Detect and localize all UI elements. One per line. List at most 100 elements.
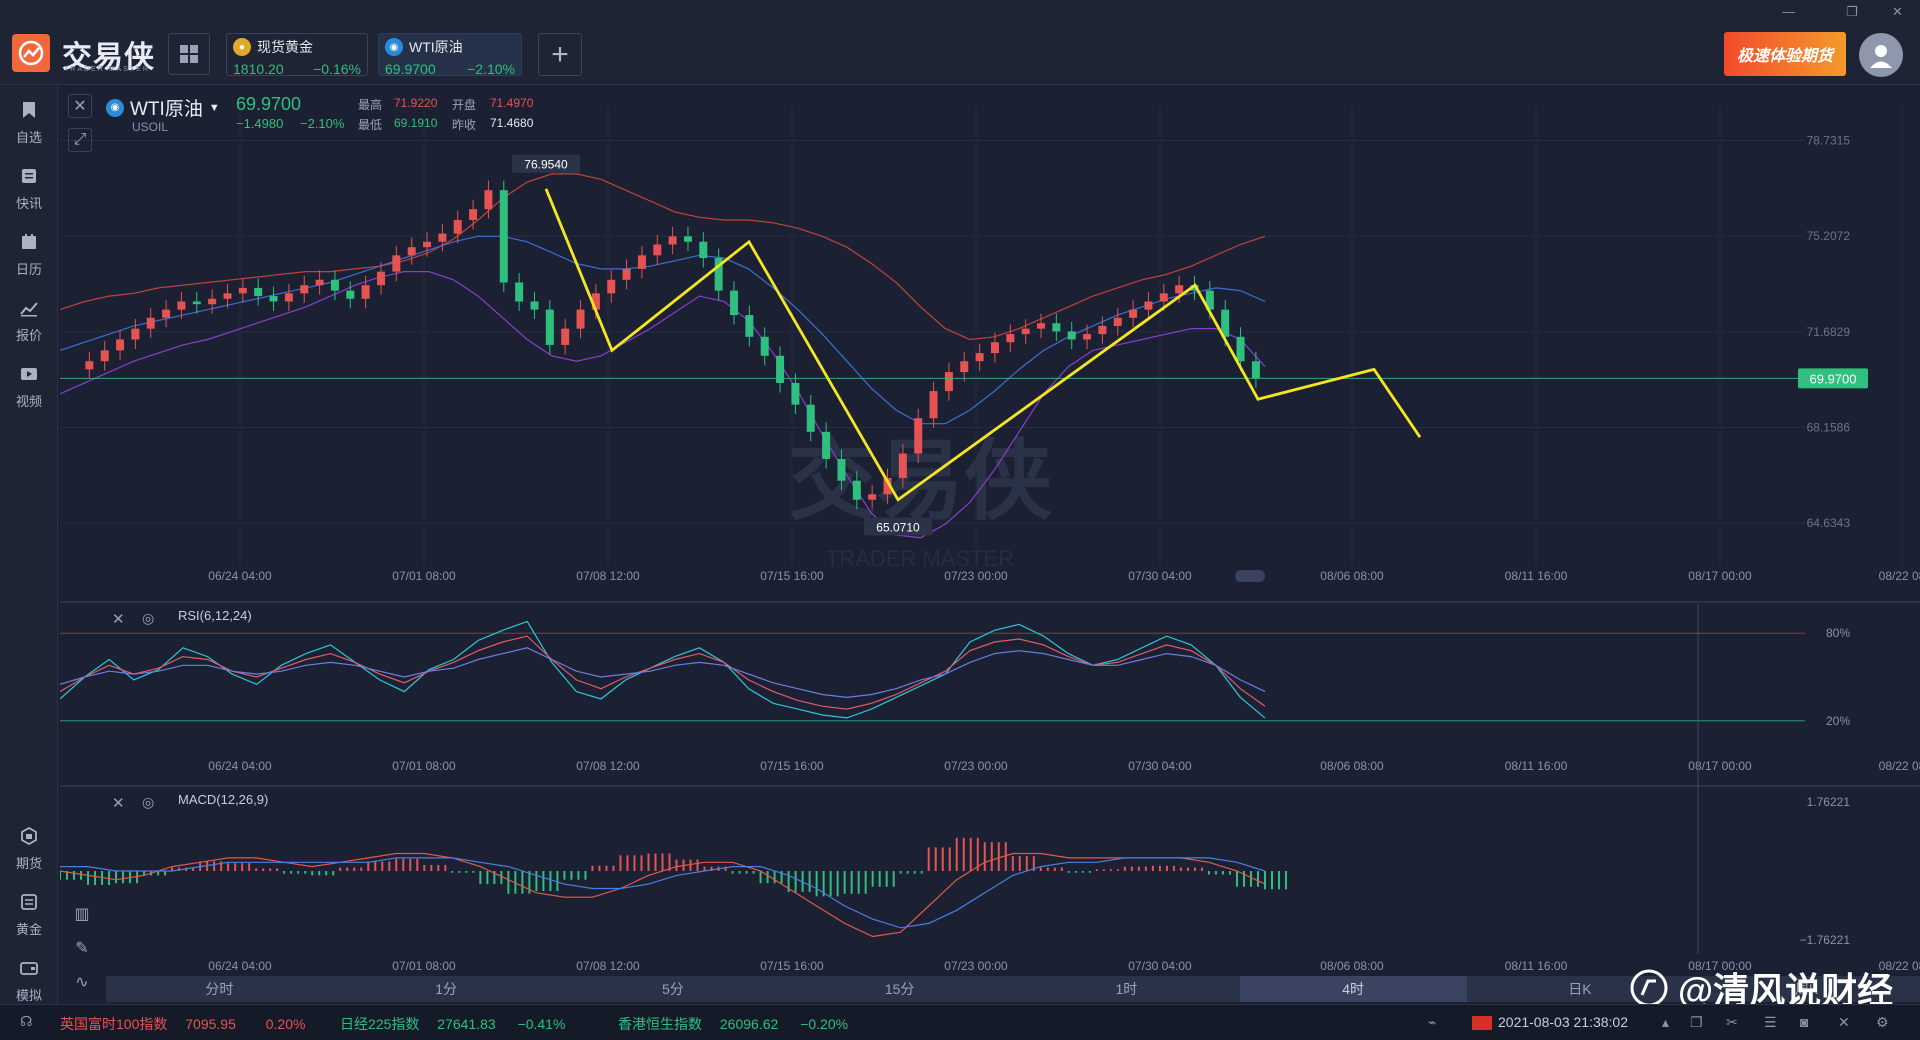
candle-body <box>146 317 155 329</box>
period-4时[interactable]: 4时 <box>1239 976 1467 1002</box>
sidebar-item-calendar[interactable]: 日历 <box>0 232 58 278</box>
settings-gear-icon[interactable]: ⚙ <box>1876 1014 1889 1031</box>
sidebar-item-futures[interactable]: 期货 <box>0 826 58 872</box>
candle-body <box>653 244 662 256</box>
candle-body <box>622 268 631 280</box>
caret-down-icon[interactable]: ▼ <box>209 102 220 114</box>
headset-icon[interactable]: ☊ <box>20 1013 32 1030</box>
camera-icon[interactable]: ◙ <box>1800 1014 1808 1030</box>
x-axis-label: 07/01 08:00 <box>392 759 456 773</box>
ticker-name: 香港恒生指数 <box>618 1016 702 1032</box>
tab-price: 1810.20 <box>233 61 284 77</box>
candle-body <box>607 279 616 294</box>
close-chart-button[interactable]: ✕ <box>68 94 92 118</box>
candle-body <box>423 241 432 248</box>
window-icon[interactable]: ❐ <box>1690 1014 1703 1031</box>
list-icon[interactable]: ☰ <box>1764 1014 1777 1031</box>
ticker-hangseng[interactable]: 香港恒生指数 26096.62 −0.20% <box>618 1014 848 1034</box>
candle-body <box>346 290 355 299</box>
sidebar-label: 报价 <box>15 328 42 343</box>
mute-icon[interactable]: ✕ <box>1838 1014 1850 1031</box>
candle-body <box>438 233 447 242</box>
candle-body <box>776 355 785 383</box>
close-icon: ✕ <box>73 98 87 115</box>
x-axis-label: 07/30 04:00 <box>1128 569 1192 583</box>
promo-banner[interactable]: 极速体验期货 <box>1724 32 1846 76</box>
rsi-settings-icon[interactable]: ◎ <box>142 610 154 627</box>
period-1分[interactable]: 1分 <box>333 976 560 1002</box>
x-axis-label: 07/15 16:00 <box>760 759 824 773</box>
caret-up-icon[interactable]: ▴ <box>1662 1014 1669 1031</box>
tab-wti-oil[interactable]: ◉ WTI原油 69.9700 −2.10% <box>378 33 522 77</box>
close-window-icon[interactable]: ✕ <box>1892 4 1903 20</box>
candle-body <box>469 209 478 221</box>
period-分时[interactable]: 分时 <box>106 976 333 1002</box>
y-axis-label: 68.1586 <box>1807 421 1851 435</box>
candle-body <box>1052 323 1061 332</box>
x-axis-label: 06/24 04:00 <box>208 959 272 973</box>
y-axis-label: 78.7315 <box>1807 133 1851 147</box>
candle-body <box>637 255 646 269</box>
candle-body <box>561 328 570 345</box>
layout-grid-button[interactable] <box>168 33 210 75</box>
ticker-nikkei[interactable]: 日经225指数 27641.83 −0.41% <box>340 1014 565 1034</box>
candle-body <box>407 247 416 256</box>
x-axis-label: 08/11 16:00 <box>1505 759 1568 773</box>
sidebar: 自选 快讯 日历 报价 视频 期货 黄金 模拟 <box>0 86 58 1016</box>
candle-body <box>453 220 462 234</box>
macd-settings-icon[interactable]: ◎ <box>142 794 154 811</box>
status-datetime: 2021-08-03 21:38:02 <box>1498 1014 1628 1030</box>
low-label: 最低 <box>358 118 383 132</box>
candle-body <box>699 241 708 259</box>
add-tab-button[interactable]: + <box>538 33 582 76</box>
x-axis-label: 08/11 16:00 <box>1505 569 1568 583</box>
candle-body <box>1037 323 1046 329</box>
indicator-settings-button[interactable]: ∿ <box>70 970 94 994</box>
pencil-icon: ✎ <box>75 940 89 957</box>
chart-canvas[interactable]: 交易侠TRADER MASTER78.731575.207271.682968.… <box>60 86 1920 974</box>
period-15分[interactable]: 15分 <box>786 976 1013 1002</box>
ticker-value: 7095.95 <box>185 1016 236 1032</box>
expand-chart-button[interactable]: ⤢ <box>68 128 92 152</box>
candle-body <box>1175 285 1184 294</box>
indicator-tool-button[interactable]: ▥ <box>70 902 94 926</box>
ticker-ftse[interactable]: 英国富时100指数 7095.95 0.20% <box>60 1014 305 1034</box>
expand-icon: ⤢ <box>73 131 87 148</box>
x-axis-label: 08/06 08:00 <box>1320 959 1384 973</box>
tools-icon[interactable]: ✂ <box>1726 1014 1738 1031</box>
candle-body <box>975 353 984 362</box>
draw-tool-button[interactable]: ✎ <box>70 936 94 960</box>
low-value: 69.1910 <box>394 116 438 130</box>
tab-price: 69.9700 <box>385 61 436 77</box>
sidebar-item-video[interactable]: 视频 <box>0 364 58 410</box>
restore-icon[interactable]: ❐ <box>1846 4 1858 20</box>
sidebar-item-news[interactable]: 快讯 <box>0 166 58 212</box>
instrument-change: −1.4980 <box>236 116 284 131</box>
candle-body <box>499 190 508 283</box>
sidebar-label: 期货 <box>15 856 42 871</box>
period-5分[interactable]: 5分 <box>560 976 787 1002</box>
macd-close-icon[interactable]: ✕ <box>112 794 125 812</box>
minimize-icon[interactable]: — <box>1782 4 1795 19</box>
sidebar-item-watchlist[interactable]: 自选 <box>0 100 58 146</box>
grid-icon <box>180 45 198 63</box>
sidebar-item-simulation[interactable]: 模拟 <box>0 958 58 1004</box>
sidebar-item-gold[interactable]: 黄金 <box>0 892 58 938</box>
sidebar-item-quotes[interactable]: 报价 <box>0 298 58 344</box>
period-1时[interactable]: 1时 <box>1013 976 1240 1002</box>
app-subtitle: TRADER MASTER <box>64 66 150 73</box>
wave-icon: ∿ <box>75 974 89 991</box>
status-bar: ☊ 英国富时100指数 7095.95 0.20% 日经225指数 27641.… <box>0 1004 1920 1040</box>
candle-body <box>177 301 186 310</box>
tab-spot-gold[interactable]: ● 现货黄金 1810.20 −0.16% <box>226 33 368 77</box>
rsi-label-20: 20% <box>1826 714 1850 728</box>
connection-icon[interactable]: ⌁ <box>1428 1014 1436 1031</box>
x-axis-label: 08/22 08 <box>1879 569 1920 583</box>
candle-body <box>315 279 324 286</box>
y-axis-label: 71.6829 <box>1807 325 1851 339</box>
instrument-header[interactable]: ◉ WTI原油 ▼ <box>106 94 220 121</box>
candle-body <box>545 309 554 345</box>
rsi-close-icon[interactable]: ✕ <box>112 610 125 628</box>
user-icon <box>1870 45 1892 68</box>
user-avatar[interactable] <box>1859 33 1903 77</box>
